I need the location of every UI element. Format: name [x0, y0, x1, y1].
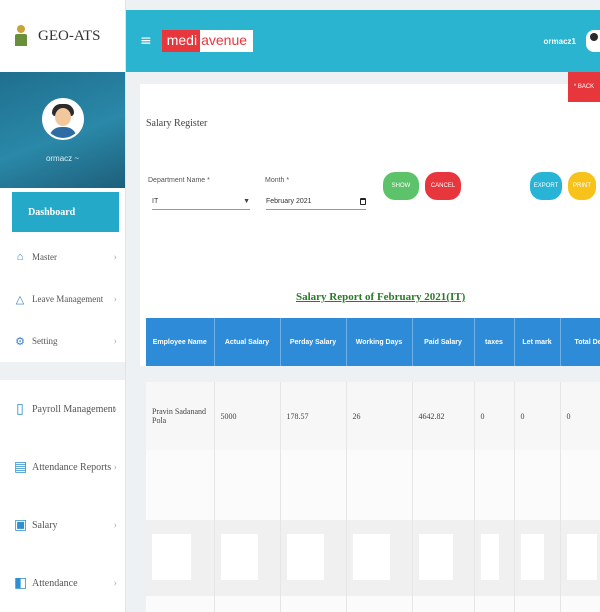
column-header[interactable]: taxes [474, 318, 515, 366]
user-avatar[interactable] [586, 30, 600, 52]
home-icon: ⌂ [16, 251, 24, 263]
chevron-right-icon: › [113, 461, 117, 473]
sidebar-item-label: Master [32, 252, 57, 262]
month-label: Month * [265, 177, 290, 184]
cell-taxes: 0 [474, 382, 515, 450]
sidebar: GEO-ATS ormacz ~ Dashboard ⌂ Master › △ … [0, 0, 126, 612]
page-title: Salary Register [146, 118, 208, 129]
avatar[interactable] [41, 97, 84, 140]
sidebar-item-attendance[interactable]: ◧ Attendance › [0, 554, 125, 612]
gear-icon: ⚙ [15, 335, 25, 348]
cell-total-deduction: 0 [560, 382, 600, 450]
chevron-right-icon: › [113, 519, 117, 531]
sidebar-item-payroll-management[interactable]: ▯ Payroll Management › [0, 380, 125, 438]
sidebar-item-label: Salary [32, 519, 58, 531]
sidebar-item-label: Payroll Management [32, 403, 116, 415]
column-header[interactable]: Total De [560, 318, 600, 366]
export-button[interactable]: EXPORT [530, 172, 562, 200]
app-name: GEO-ATS [38, 27, 101, 44]
cell-perday-salary: 178.57 [280, 382, 347, 450]
sidebar-divider [0, 362, 125, 380]
column-header[interactable]: Paid Salary [412, 318, 475, 366]
sidebar-item-dashboard[interactable]: Dashboard [12, 192, 119, 232]
column-header[interactable]: Perday Salary [280, 318, 347, 366]
column-header[interactable]: Actual Salary [214, 318, 281, 366]
sidebar-item-label: Attendance Reports [32, 461, 112, 473]
cell-working-days: 26 [346, 382, 413, 450]
sidebar-item-label: Setting [32, 336, 58, 346]
sidebar-item-setting[interactable]: ⚙ Setting › [0, 320, 125, 362]
brand[interactable]: GEO-ATS [0, 0, 125, 72]
calendar-icon[interactable] [360, 198, 366, 205]
document-icon: ▯ [16, 401, 24, 417]
column-header[interactable]: Working Days [346, 318, 413, 366]
money-icon: ▣ [14, 517, 28, 533]
report-icon: ▤ [14, 459, 28, 475]
table-row [146, 450, 600, 520]
top-bar: ≡ medi avenue ormacz1 [126, 10, 600, 72]
menu-icon[interactable]: ≡ [140, 33, 152, 49]
table-row: Pravin Sadanand Pola 5000 178.57 26 4642… [146, 382, 600, 450]
month-input[interactable]: February 2021 [266, 194, 366, 210]
profile-panel: ormacz ~ [0, 72, 125, 188]
report-title: Salary Report of February 2021(IT) [296, 291, 466, 303]
brand-logo-icon [14, 25, 28, 47]
cancel-button[interactable]: CANCEL [425, 172, 461, 200]
table-header-row: Employee Name Actual Salary Perday Salar… [146, 318, 600, 366]
cell-paid-salary: 4642.82 [412, 382, 475, 450]
table-row [146, 520, 600, 596]
chevron-right-icon: › [113, 293, 117, 305]
sidebar-item-attendance-reports[interactable]: ▤ Attendance Reports › [0, 438, 125, 496]
company-logo: medi avenue [161, 30, 254, 52]
sidebar-item-label: Leave Management [32, 294, 104, 304]
attendance-icon: ◧ [14, 575, 28, 591]
sidebar-item-leave-management[interactable]: △ Leave Management › [0, 278, 125, 320]
column-header[interactable]: Let mark [514, 318, 561, 366]
sidebar-item-salary[interactable]: ▣ Salary › [0, 496, 125, 554]
column-header[interactable]: Employee Name [146, 318, 215, 366]
cell-actual-salary: 5000 [214, 382, 281, 450]
table-row [146, 596, 600, 612]
print-button[interactable]: PRINT [568, 172, 596, 200]
chevron-right-icon: › [113, 403, 117, 415]
chevron-right-icon: › [113, 577, 117, 589]
user-menu[interactable]: ormacz1 [544, 37, 576, 46]
cell-let-mark: 0 [514, 382, 561, 450]
dropdown-caret-icon: ▼ [243, 198, 250, 205]
back-button[interactable]: * BACK [568, 72, 600, 102]
sidebar-item-master[interactable]: ⌂ Master › [0, 236, 125, 278]
salary-table: Employee Name Actual Salary Perday Salar… [146, 318, 600, 612]
chevron-right-icon: › [113, 335, 117, 347]
cell-employee-name: Pravin Sadanand Pola [146, 382, 215, 450]
show-button[interactable]: SHOW [383, 172, 419, 200]
department-select[interactable]: IT ▼ [152, 194, 250, 210]
warning-icon: △ [15, 293, 25, 306]
department-label: Department Name * [148, 177, 210, 184]
profile-name[interactable]: ormacz ~ [46, 154, 79, 163]
chevron-right-icon: › [113, 251, 117, 263]
sidebar-item-label: Attendance [32, 577, 78, 589]
